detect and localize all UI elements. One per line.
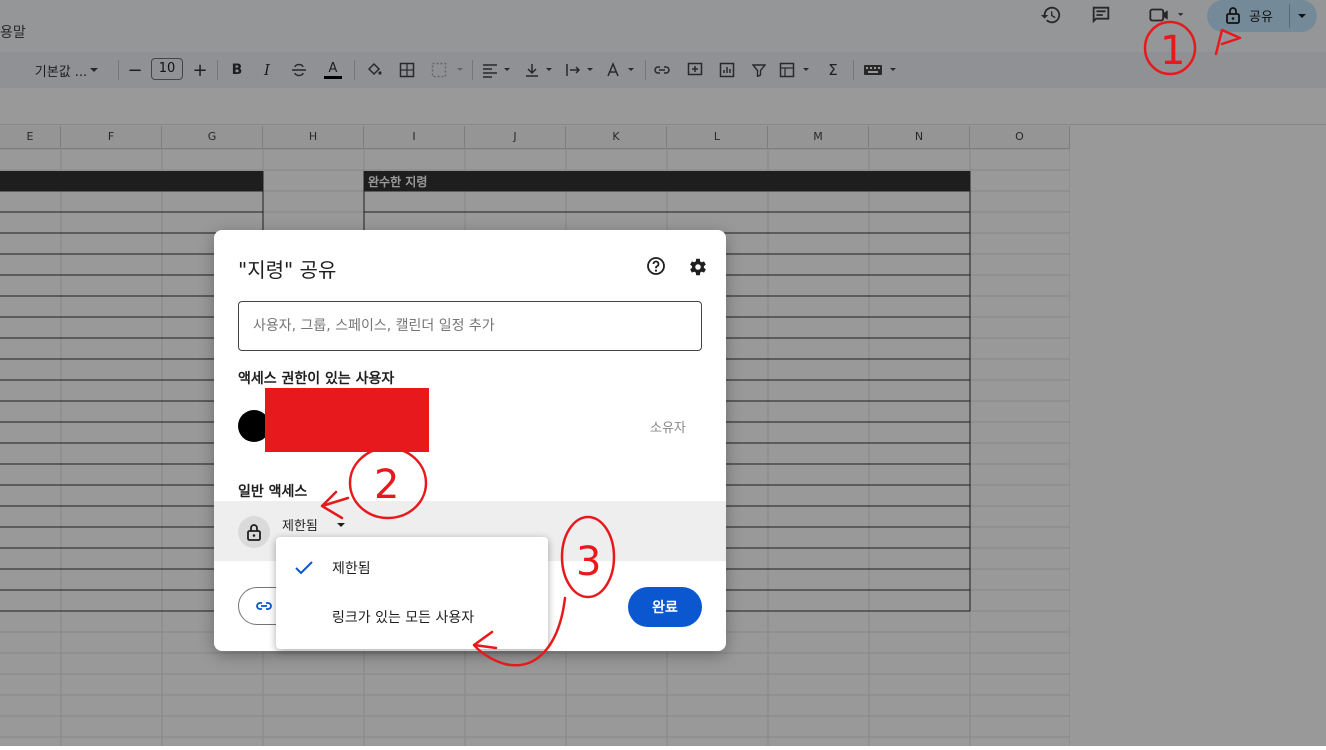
general-access-select[interactable]: 제한됨 [282, 515, 318, 534]
menu-item-label: 제한됨 [332, 561, 371, 577]
general-access-heading: 일반 액세스 [238, 484, 308, 500]
menu-item-restricted[interactable]: 제한됨 [276, 544, 548, 592]
done-button[interactable]: 완료 [628, 587, 702, 627]
owner-role-label: 소유자 [650, 421, 686, 436]
lock-icon [238, 516, 270, 548]
people-with-access-heading: 액세스 권한이 있는 사용자 [238, 371, 395, 387]
general-access-menu: 제한됨 링크가 있는 모든 사용자 [276, 537, 548, 649]
gear-icon[interactable] [687, 256, 709, 282]
link-icon [256, 602, 272, 610]
dialog-title: "지령" 공유 [238, 258, 337, 282]
chevron-down-icon[interactable] [334, 517, 348, 536]
redaction-box [265, 388, 429, 452]
menu-item-anyone-with-link[interactable]: 링크가 있는 모든 사용자 [276, 593, 548, 641]
check-icon [294, 560, 314, 580]
add-people-input[interactable] [238, 301, 702, 351]
help-icon[interactable] [646, 256, 666, 280]
menu-item-label: 링크가 있는 모든 사용자 [332, 610, 475, 626]
